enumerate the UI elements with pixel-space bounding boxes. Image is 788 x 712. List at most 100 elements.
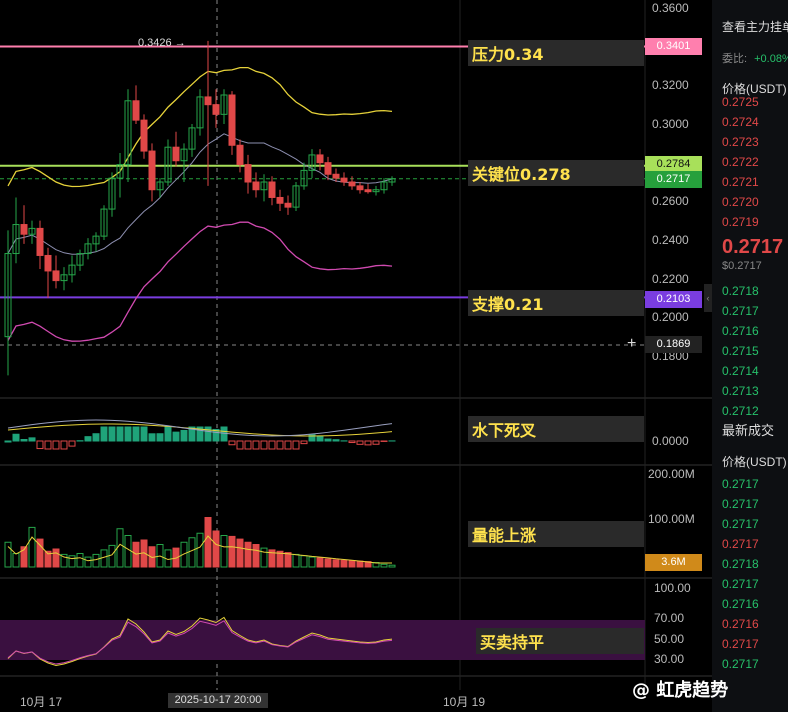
macd-bar (356, 440, 364, 445)
macd-bar (100, 426, 108, 442)
volume-bar (220, 535, 228, 568)
macd-bar (172, 431, 180, 442)
trade-price: 0.2717 (722, 577, 759, 591)
macd-bar (124, 426, 132, 442)
annotation-volume: 量能上涨 (468, 521, 644, 547)
volume-bar (356, 560, 364, 568)
volume-bar (308, 556, 316, 568)
macd-bar (20, 439, 28, 442)
high-marker: 0.3426 → (138, 37, 186, 49)
macd-zero-label: 0.0000 (652, 434, 689, 448)
macd-bar (292, 440, 300, 450)
macd-bar (220, 426, 228, 442)
trade-price: 0.2717 (722, 497, 759, 511)
trade-price: 0.2718 (722, 557, 759, 571)
price-tick: 0.2400 (652, 233, 689, 247)
ask-price: 0.2720 (722, 195, 759, 209)
price-chart[interactable]: 0.3426 → (0, 0, 712, 712)
candle-body (140, 119, 148, 152)
candle-body (36, 227, 44, 256)
macd-bar (228, 440, 236, 446)
macd-bar (140, 426, 148, 442)
volume-bar (260, 547, 268, 568)
trade-price: 0.2717 (722, 517, 759, 531)
lower-band (7, 221, 393, 342)
brand-footer: @ 虹虎趋势 (632, 680, 729, 701)
candle-body (252, 181, 260, 191)
ask-price: 0.2723 (722, 135, 759, 149)
volume-bar (124, 535, 132, 568)
volume-bar (300, 555, 308, 568)
volume-bar (108, 544, 116, 568)
macd-bar (252, 440, 260, 450)
bid-price: 0.2715 (722, 344, 759, 358)
trade-price: 0.2716 (722, 597, 759, 611)
macd-bar (332, 439, 340, 442)
volume-bar (68, 555, 76, 568)
bid-price: 0.2716 (722, 324, 759, 338)
macd-bar (324, 438, 332, 442)
bid-price: 0.2714 (722, 364, 759, 378)
trade-price: 0.2716 (722, 617, 759, 631)
macd-bar (348, 440, 356, 444)
volume-tick-100: 100.00M (648, 512, 695, 526)
annotation-resistance: 压力0.34 (468, 40, 644, 66)
ask-price: 0.2721 (722, 175, 759, 189)
candle-body (284, 202, 292, 208)
candle-body (44, 254, 52, 272)
volume-bar (76, 553, 84, 568)
annotation-key-level: 关键位0.278 (468, 160, 644, 186)
price-tick: 0.2200 (652, 271, 689, 286)
bid-price: 0.2712 (722, 404, 759, 418)
order-book-panel: 查看主力挂单 委比: +0.08% 价格(USDT) 0.2725 0.2724 0… (712, 0, 788, 712)
annotation-rsi: 买卖持平 (476, 628, 644, 654)
middle-band (7, 133, 393, 255)
macd-bar (180, 429, 188, 442)
volume-bar (284, 552, 292, 568)
tag-last-price: 0.2717 (645, 171, 702, 188)
candle-body (316, 154, 324, 164)
crosshair-price: 0.1869 (656, 338, 691, 350)
macd-bar (116, 426, 124, 442)
candle-body (348, 181, 356, 187)
macd-bar (28, 437, 36, 442)
candle-body (364, 189, 372, 193)
x-label-oct19: 10月 19 (443, 695, 486, 709)
candle-body (228, 94, 236, 146)
macd-bar (156, 433, 164, 442)
macd-bar (132, 426, 140, 442)
macd-bar (148, 433, 156, 442)
volume-bar (380, 563, 388, 568)
ask-price: 0.2722 (722, 155, 759, 169)
volume-bar (132, 541, 140, 568)
macd-bar (60, 440, 68, 450)
macd-bar (316, 436, 324, 442)
panel-handle-icon[interactable]: ‹ (704, 284, 712, 312)
candle-body (268, 181, 276, 198)
candle-body (20, 224, 28, 235)
price-tick: 0.2000 (652, 310, 689, 325)
ratio-row: 委比: +0.08% (722, 50, 788, 66)
ratio-label: 委比: (722, 53, 748, 65)
macd-bar (92, 433, 100, 442)
rsi-tick-100: 100.00 (654, 581, 691, 595)
rsi-tick-70: 70.00 (654, 611, 685, 625)
rsi-tick-50: 50.00 (654, 632, 685, 646)
main-orders-link[interactable]: 查看主力挂单 (722, 18, 788, 35)
candle-body (148, 150, 156, 191)
macd-bar (4, 440, 12, 443)
candle-body (204, 96, 212, 106)
tag-crosshair-price: +0.1869 (627, 335, 702, 353)
annotation-macd: 水下死叉 (468, 416, 644, 442)
price-tick: 0.2600 (652, 194, 689, 209)
bid-price: 0.2718 (722, 284, 759, 298)
price-tick: 0.3000 (652, 117, 689, 131)
volume-bar (52, 548, 60, 568)
macd-bar (236, 440, 244, 450)
price-tick: 0.3200 (652, 78, 689, 93)
candle-body (132, 100, 140, 121)
macd-bar (284, 440, 292, 450)
volume-bar (100, 549, 108, 568)
volume-ma (7, 535, 392, 564)
macd-bar (364, 440, 372, 446)
